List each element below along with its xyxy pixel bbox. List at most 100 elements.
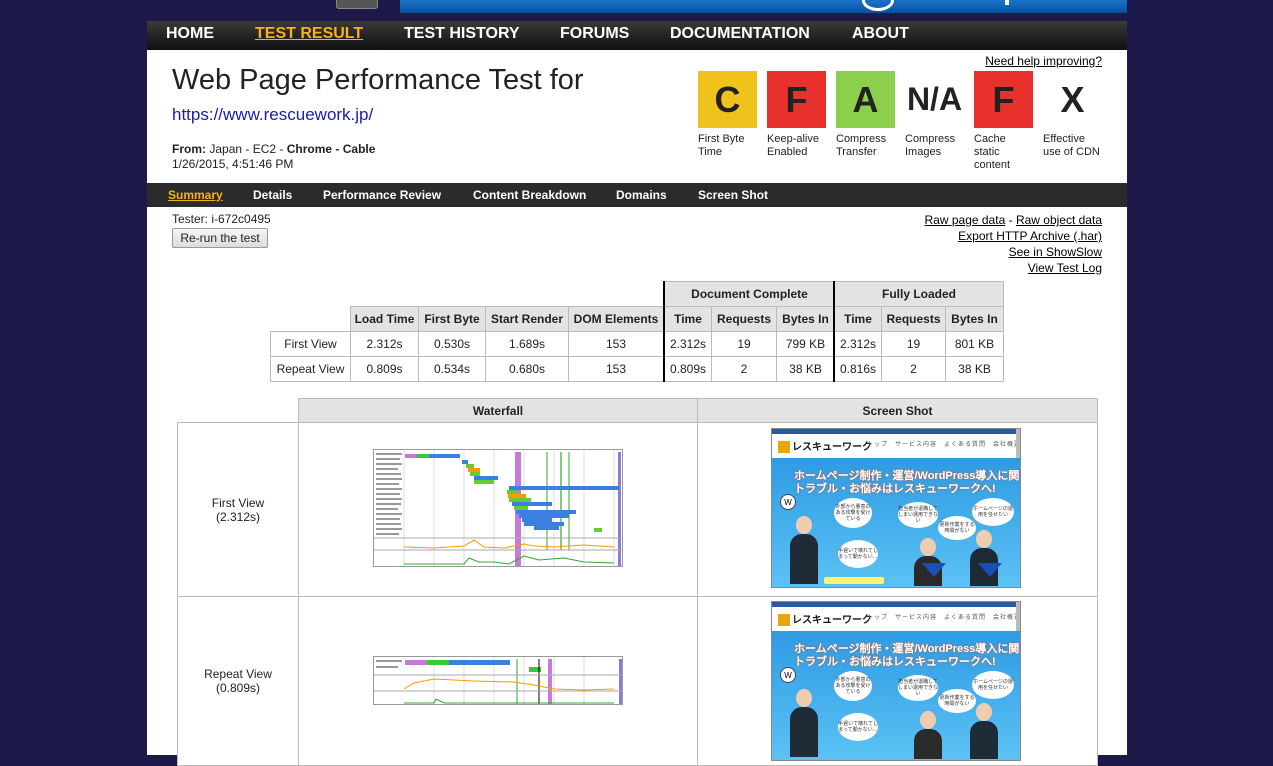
rerun-test-button[interactable]: Re-run the test <box>172 228 268 248</box>
person-icon <box>790 534 818 584</box>
showslow-link[interactable]: See in ShowSlow <box>1009 245 1102 259</box>
col-dc-requests: Requests <box>711 306 777 332</box>
table-cell: 0.809s <box>350 356 419 382</box>
speech-bubble: 外部から悪意のある攻撃を受けている <box>834 671 872 701</box>
from-location: Japan - EC2 - <box>209 142 284 156</box>
site-logo-icon <box>778 441 790 454</box>
nav-documentation[interactable]: DOCUMENTATION <box>670 25 810 43</box>
site-header-bar <box>772 429 1020 434</box>
view-label: Repeat View <box>204 667 272 681</box>
view-time: (0.809s) <box>215 681 261 695</box>
help-improving-link[interactable]: Need help improving? <box>985 54 1102 68</box>
tab-details[interactable]: Details <box>253 188 292 202</box>
view-label: First View <box>211 495 265 510</box>
group-divider <box>833 281 835 382</box>
waterfall-thumbnail-first-view[interactable] <box>373 449 623 567</box>
site-headline: ホームページ制作・運営/WordPress導入に関する トラブル・お悩みはレスキュ… <box>794 470 1021 496</box>
grade-first-byte[interactable]: C First Byte Time <box>698 71 757 159</box>
table-cell: 2.312s <box>350 331 419 357</box>
col-fl-time: Time <box>834 306 882 332</box>
row-label-first-view: First View <box>270 331 351 357</box>
headline-line: ホームページ制作・運営/WordPress導入に関する <box>794 470 1021 482</box>
headline-line: トラブル・お悩みはレスキューワークへ! <box>794 656 996 668</box>
raw-object-data-link[interactable]: Raw object data <box>1016 213 1102 227</box>
nav-forums[interactable]: FORUMS <box>560 25 629 43</box>
page-title: Web Page Performance Test for <box>172 64 584 96</box>
site-brand: レスキューワーク <box>778 438 872 454</box>
grade-cache-static[interactable]: F Cache static content <box>974 71 1033 172</box>
scrollbar <box>1016 429 1020 459</box>
scrollbar <box>1016 602 1020 632</box>
site-headline: ホームページ制作・運営/WordPress導入に関する トラブル・お悩みはレスキュ… <box>794 643 1021 669</box>
nav-test-result[interactable]: TEST RESULT <box>255 25 363 43</box>
tested-url[interactable]: https://www.rescuework.jp/ <box>172 105 373 125</box>
grade-keep-alive[interactable]: F Keep-alive Enabled <box>767 71 826 159</box>
waterfall-chart-icon <box>374 450 622 566</box>
data-links: Raw page data - Raw object data Export H… <box>925 212 1102 276</box>
col-start-render: Start Render <box>485 306 569 332</box>
screenshot-thumbnail-first-view[interactable]: レスキューワーク トップ サービス内容 よくある質問 会社概要 お問い合わせ W… <box>771 428 1021 588</box>
test-log-link[interactable]: View Test Log <box>1028 261 1102 275</box>
row-label-first-view: First View (2.312s) <box>177 422 299 597</box>
table-cell: 19 <box>711 331 777 357</box>
table-cell: 2 <box>711 356 777 382</box>
grade-cdn[interactable]: X Effective use of CDN <box>1043 71 1102 159</box>
tab-domains[interactable]: Domains <box>616 188 667 202</box>
row-label-repeat-view: Repeat View <box>270 356 351 382</box>
wordpress-logo-icon: W <box>780 494 796 510</box>
col-dc-time: Time <box>664 306 712 332</box>
speech-bubble: ホームページの運用を任せたい <box>972 498 1014 526</box>
browser-name: Chrome <box>286 142 333 156</box>
wordpress-logo-icon: W <box>780 667 796 683</box>
grade-compress-transfer[interactable]: A Compress Transfer <box>836 71 895 159</box>
export-har-link[interactable]: Export HTTP Archive (.har) <box>958 229 1102 243</box>
sponsor-banner[interactable] <box>400 0 1127 13</box>
grade-label: Compress Images <box>905 133 956 158</box>
person-head-icon <box>920 538 936 556</box>
grade-label: First Byte Time <box>698 133 745 158</box>
connection-type: Cable <box>342 142 376 156</box>
table-cell: 19 <box>881 331 946 357</box>
waterfall-thumbnail-repeat-view[interactable] <box>373 656 623 705</box>
link-separator: - <box>1008 213 1013 227</box>
waterfall-chart-icon <box>374 657 622 704</box>
site-menu: トップ サービス内容 よくある質問 会社概要 お問い合わせ <box>867 442 1021 448</box>
nav-home[interactable]: HOME <box>166 25 214 43</box>
col-first-byte: First Byte <box>418 306 486 332</box>
screenshot-thumbnail-repeat-view[interactable]: レスキューワーク トップ サービス内容 よくある質問 会社概要 お問い合わせ W… <box>771 601 1021 761</box>
table-cell: 801 KB <box>945 331 1004 357</box>
grade-badge: X <box>1043 71 1102 128</box>
site-brand-text: レスキューワーク <box>792 615 872 626</box>
table-cell: 2.312s <box>664 331 712 357</box>
speech-bubble: 手遅いで壊れてしまって動かない… <box>838 713 878 741</box>
tab-screen-shot[interactable]: Screen Shot <box>698 188 768 202</box>
nav-test-history[interactable]: TEST HISTORY <box>404 25 520 43</box>
table-cell: 0.680s <box>485 356 569 382</box>
speech-bubble: 担当者が退職してしまい運用できない <box>898 502 938 528</box>
nav-about[interactable]: ABOUT <box>852 25 909 43</box>
speech-bubble: 担当者が退職してしまい運用できない <box>898 675 938 701</box>
grade-badge: N/A <box>905 71 964 128</box>
raw-page-data-link[interactable]: Raw page data <box>925 213 1006 227</box>
tab-performance-review[interactable]: Performance Review <box>323 188 441 202</box>
row-label-repeat-view: Repeat View (0.809s) <box>177 596 299 766</box>
col-fl-requests: Requests <box>881 306 946 332</box>
speech-bubble: ホームページの運用を任せたい <box>972 671 1014 699</box>
speech-bubble: 更新作業をする時間がない <box>938 516 976 540</box>
grade-compress-images[interactable]: N/A Compress Images <box>905 71 964 159</box>
grade-badge: F <box>974 71 1033 128</box>
table-cell: 153 <box>568 331 664 357</box>
speech-bubble: 手遅いで壊れてしまって動かない… <box>838 540 878 568</box>
site-brand: レスキューワーク <box>778 611 872 627</box>
person-head-icon <box>796 516 812 534</box>
table-cell: 2.312s <box>834 331 882 357</box>
arrow-down-icon <box>922 563 946 577</box>
test-date: 1/26/2015, 4:51:46 PM <box>172 157 294 171</box>
person-head-icon <box>976 530 992 548</box>
header-fully-loaded: Fully Loaded <box>834 281 1004 307</box>
headline-line: ホームページ制作・運営/WordPress導入に関する <box>794 643 1021 655</box>
tab-content-breakdown[interactable]: Content Breakdown <box>473 188 586 202</box>
grade-badge: C <box>698 71 757 128</box>
tab-summary[interactable]: Summary <box>168 188 223 202</box>
col-dom-elements: DOM Elements <box>568 306 664 332</box>
